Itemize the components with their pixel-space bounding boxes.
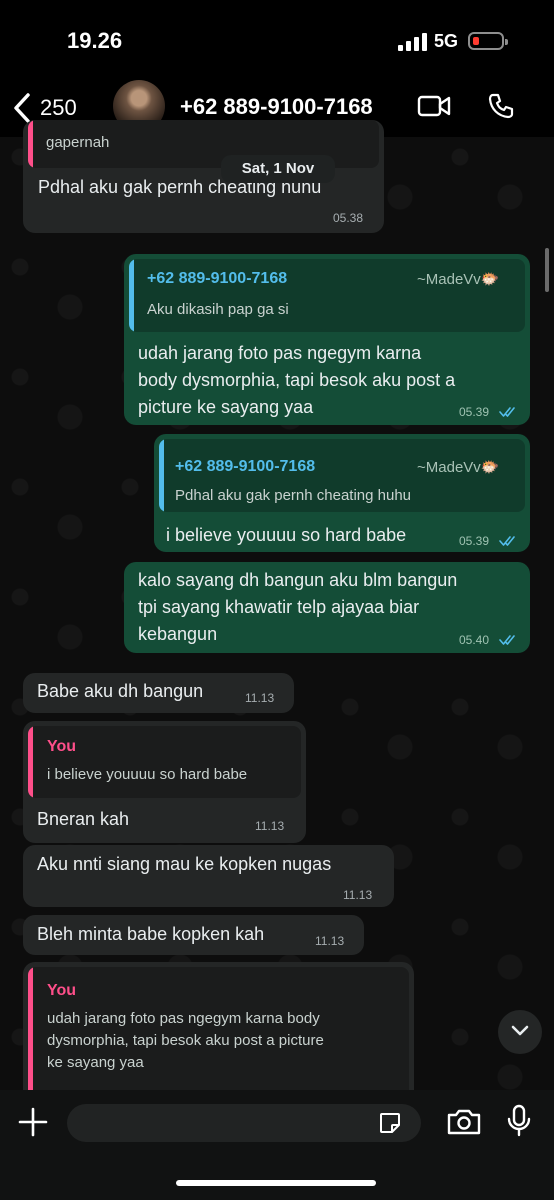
- message-time: 05.39: [459, 534, 490, 548]
- quoted-sender: +62 889-9100-7168: [175, 458, 316, 475]
- quoted-sender: You: [47, 738, 77, 755]
- home-indicator: [176, 1180, 376, 1186]
- message-text-line: tpi sayang khawatir telp ajayaa biar: [138, 597, 420, 617]
- battery-icon: [468, 32, 508, 50]
- message-text: Bleh minta babe kopken kah: [37, 924, 265, 944]
- message-bubble-outgoing[interactable]: +62 889-9100-7168 ~MadeVv🐡 Pdhal aku gak…: [154, 434, 530, 552]
- quoted-handle: ~MadeVv🐡: [417, 271, 500, 288]
- message-bubble-incoming[interactable]: You udah jarang foto pas ngegym karna bo…: [23, 962, 414, 1090]
- quoted-text-line: ke sayang yaa: [47, 1054, 144, 1071]
- quoted-text-line: dysmorphia, tapi besok aku post a pictur…: [47, 1032, 324, 1049]
- message-text: Aku nnti siang mau ke kopken nugas: [37, 854, 332, 874]
- read-ticks-icon: [499, 407, 515, 417]
- message-bubble-incoming[interactable]: Babe aku dh bangun 11.13: [23, 673, 294, 713]
- message-bubble-incoming[interactable]: Bleh minta babe kopken kah 11.13: [23, 915, 364, 955]
- quoted-message[interactable]: +62 889-9100-7168 ~MadeVv🐡 Pdhal aku gak…: [159, 439, 525, 512]
- quoted-sender: +62 889-9100-7168: [147, 270, 288, 287]
- message-text-line: picture ke sayang yaa: [138, 397, 314, 417]
- quoted-text: gapernah: [46, 134, 110, 151]
- message-time: 05.39: [459, 405, 490, 419]
- quoted-handle: ~MadeVv🐡: [417, 459, 500, 476]
- quoted-message[interactable]: You udah jarang foto pas ngegym karna bo…: [28, 967, 409, 1090]
- network-type: 5G: [434, 31, 459, 51]
- message-bubble-outgoing[interactable]: kalo sayang dh bangun aku blm bangun tpi…: [124, 562, 530, 653]
- quoted-text: Pdhal aku gak pernh cheating huhu: [175, 487, 412, 504]
- read-ticks-icon: [499, 635, 515, 645]
- status-bar: 19.26 5G: [0, 0, 554, 80]
- plus-icon[interactable]: [18, 1107, 48, 1137]
- message-time: 11.13: [255, 819, 285, 833]
- message-text: i believe youuuu so hard babe: [166, 525, 407, 545]
- contact-name[interactable]: +62 889-9100-7168: [180, 94, 373, 120]
- message-bubble-incoming[interactable]: Aku nnti siang mau ke kopken nugas 11.13: [23, 845, 394, 907]
- voice-call-icon[interactable]: [487, 92, 515, 120]
- message-time: 05.40: [459, 633, 490, 647]
- message-time: 11.13: [315, 934, 345, 948]
- scrollbar-thumb[interactable]: [545, 248, 549, 292]
- message-text-line: udah jarang foto pas ngegym karna: [138, 343, 422, 363]
- unread-count: 250: [40, 95, 77, 120]
- message-text-line: kalo sayang dh bangun aku blm bangun: [138, 570, 458, 590]
- message-time: 05.38: [333, 211, 364, 225]
- status-time: 19.26: [67, 28, 123, 53]
- quoted-text-line: udah jarang foto pas ngegym karna body: [47, 1010, 320, 1027]
- microphone-icon[interactable]: [506, 1104, 532, 1138]
- camera-icon[interactable]: [446, 1108, 482, 1136]
- message-text: Bneran kah: [37, 809, 130, 829]
- video-call-icon[interactable]: [417, 94, 451, 118]
- message-text-line: kebangun: [138, 624, 218, 644]
- quoted-message[interactable]: You i believe youuuu so hard babe: [28, 726, 301, 798]
- message-bubble-incoming[interactable]: You i believe youuuu so hard babe Bneran…: [23, 721, 306, 843]
- quoted-text: Aku dikasih pap ga si: [147, 301, 289, 318]
- message-time: 11.13: [245, 691, 275, 705]
- quoted-sender: You: [47, 982, 77, 999]
- chevron-down-icon: [511, 1025, 529, 1036]
- message-input[interactable]: [67, 1104, 421, 1142]
- quoted-message[interactable]: +62 889-9100-7168 ~MadeVv🐡 Aku dikasih p…: [129, 259, 525, 332]
- quoted-text: i believe youuuu so hard babe: [47, 766, 248, 783]
- date-chip: Sat, 1 Nov: [221, 155, 335, 183]
- signal-icon: [398, 33, 428, 51]
- sticker-icon[interactable]: [378, 1111, 402, 1135]
- scroll-to-bottom-button[interactable]: [498, 1010, 542, 1054]
- message-time: 11.13: [343, 888, 373, 902]
- read-ticks-icon: [499, 536, 515, 546]
- message-text-line: body dysmorphia, tapi besok aku post a: [138, 370, 456, 390]
- message-text: Babe aku dh bangun: [37, 681, 204, 701]
- message-bubble-outgoing[interactable]: +62 889-9100-7168 ~MadeVv🐡 Aku dikasih p…: [124, 254, 530, 425]
